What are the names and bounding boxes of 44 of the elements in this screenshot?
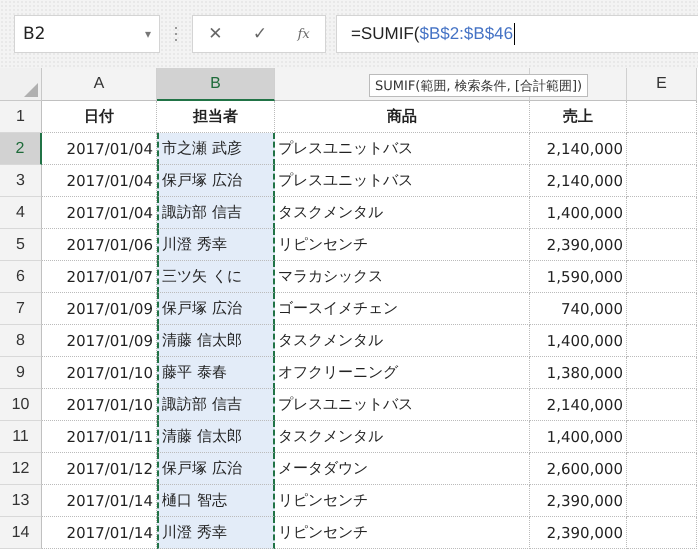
- table-cell: 保戸塚 広治: [157, 453, 275, 485]
- table-cell: タスクメンタル: [275, 325, 530, 357]
- table-cell: プレスユニットバス: [275, 133, 530, 165]
- table-cell: 藤平 泰春: [157, 357, 275, 389]
- table-cell: 諏訪部 信吉: [157, 389, 275, 421]
- table-cell: 市之瀬 武彦: [157, 133, 275, 165]
- table-cell: 諏訪部 信吉: [157, 197, 275, 229]
- cell-reference: B2: [23, 24, 46, 44]
- table-cell: 2,390,000: [530, 517, 627, 549]
- table-cell: 清藤 信太郎: [157, 325, 275, 357]
- table-cell: プレスユニットバス: [275, 389, 530, 421]
- table-cell: 清藤 信太郎: [157, 421, 275, 453]
- table-cell: 川澄 秀幸: [157, 517, 275, 549]
- table-cell: 2,600,000: [530, 453, 627, 485]
- table-cell: 三ツ矢 くに: [157, 261, 275, 293]
- table-cell: タスクメンタル: [275, 421, 530, 453]
- table-cell: リピンセンチ: [275, 485, 530, 517]
- table-cell: オフクリーニング: [275, 357, 530, 389]
- table-cell: 2,390,000: [530, 229, 627, 261]
- table-cell: タスクメンタル: [275, 197, 530, 229]
- table-cell: リピンセンチ: [275, 517, 530, 549]
- table-cell: 川澄 秀幸: [157, 229, 275, 261]
- table-cell: 保戸塚 広治: [157, 165, 275, 197]
- table-cell: 2,140,000: [530, 165, 627, 197]
- function-tooltip: SUMIF(範囲, 検索条件, [合計範囲]): [369, 74, 588, 97]
- table-cell: 1,400,000: [530, 325, 627, 357]
- table-cell: プレスユニットバス: [275, 165, 530, 197]
- table-cell: マラカシックス: [275, 261, 530, 293]
- table-cell: ゴースイメチェン: [275, 293, 530, 325]
- table-cell: 1,380,000: [530, 357, 627, 389]
- table-cell: 1,400,000: [530, 421, 627, 453]
- table-cell: 2,140,000: [530, 133, 627, 165]
- table-cell: 2,140,000: [530, 389, 627, 421]
- column-title: 商品: [275, 101, 530, 133]
- column-title: 日付: [42, 101, 157, 133]
- table-cell: 保戸塚 広治: [157, 293, 275, 325]
- table-cell: メータダウン: [275, 453, 530, 485]
- table-cell: 1,590,000: [530, 261, 627, 293]
- table-cell: 2,390,000: [530, 485, 627, 517]
- table-cell: リピンセンチ: [275, 229, 530, 261]
- table-cell: 740,000: [530, 293, 627, 325]
- table-cell: 樋口 智志: [157, 485, 275, 517]
- column-title: 売上: [530, 101, 627, 133]
- table-cell: 1,400,000: [530, 197, 627, 229]
